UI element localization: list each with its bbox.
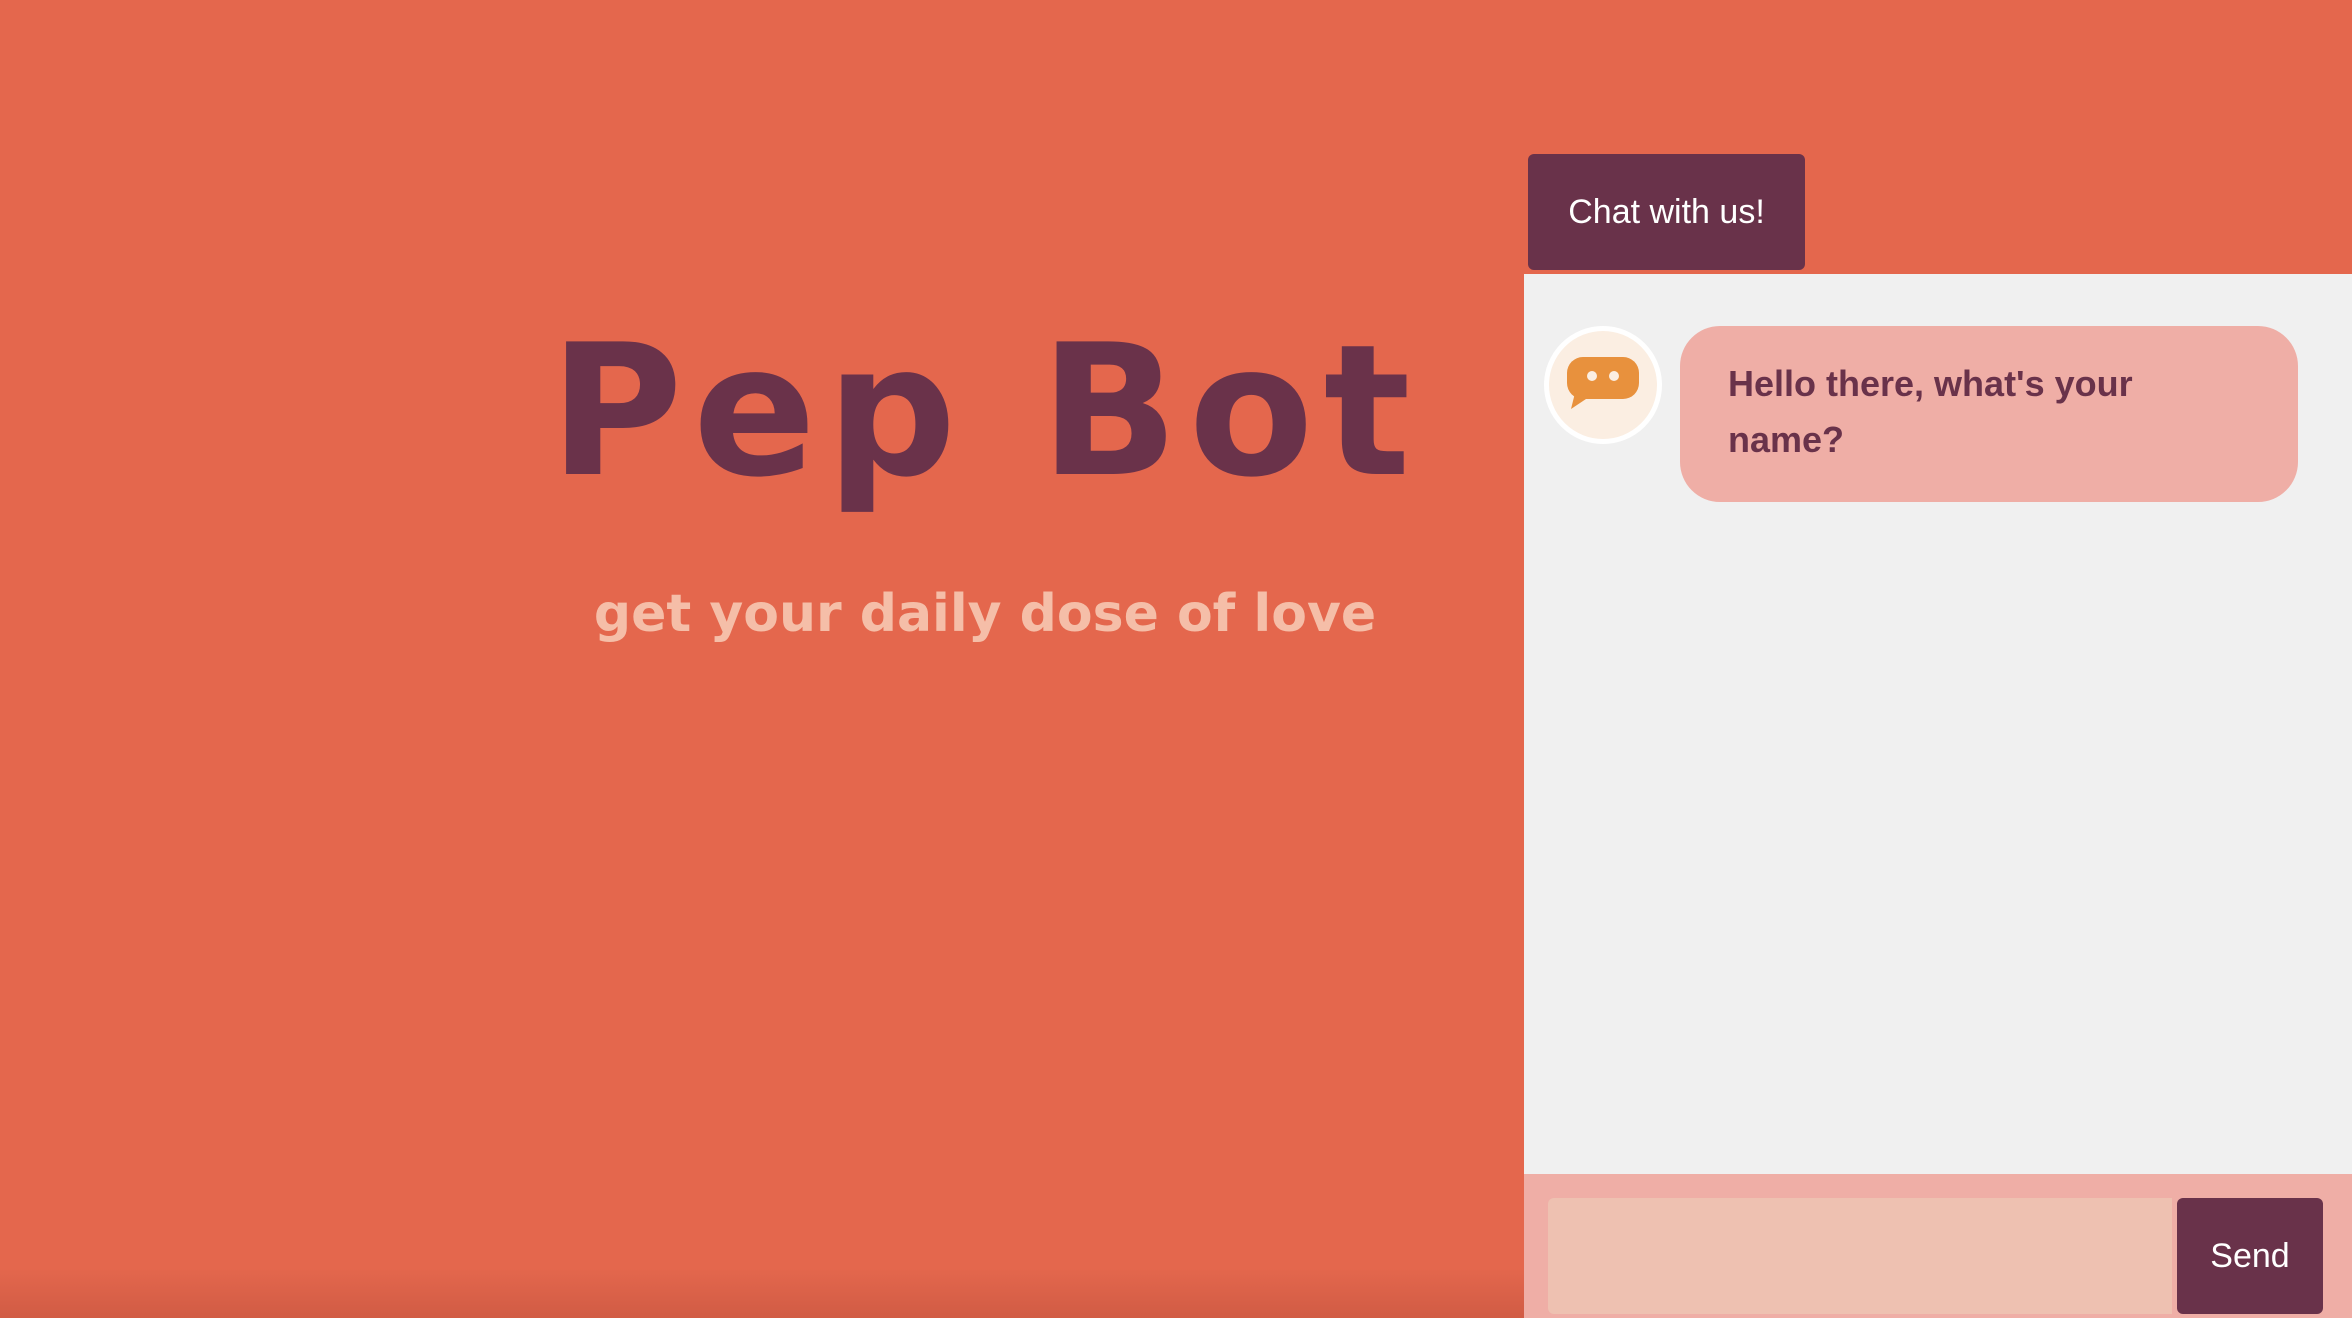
bot-avatar [1544,326,1662,444]
hero-section: Pep Bot get your daily dose of love [0,0,1524,1318]
chat-bubble-icon [1565,355,1641,415]
bottom-shadow [0,1268,1524,1318]
message-input[interactable] [1548,1198,2172,1314]
chat-with-us-button[interactable]: Chat with us! [1528,154,1805,270]
page: Pep Bot get your daily dose of love Chat… [0,0,2352,1318]
send-button[interactable]: Send [2177,1198,2323,1314]
bot-message-bubble: Hello there, what's your name? [1680,326,2298,502]
